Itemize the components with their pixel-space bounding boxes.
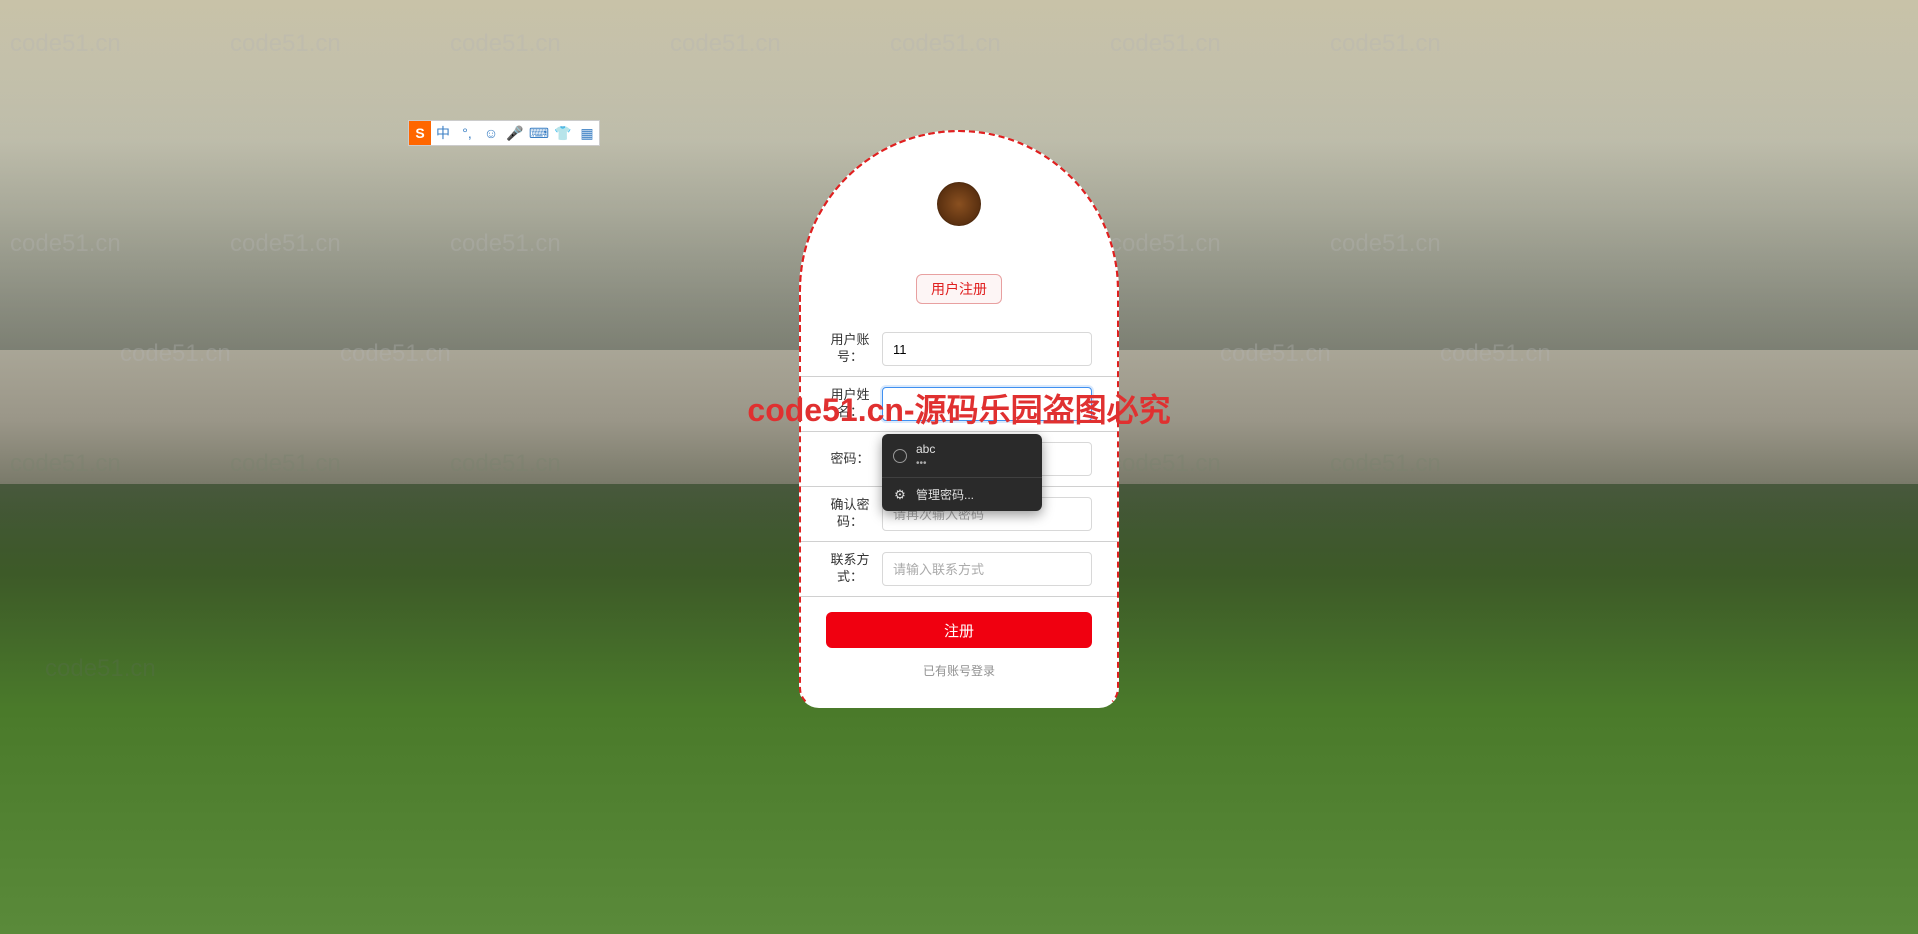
autofill-manage[interactable]: ⚙ 管理密码... <box>882 477 1042 511</box>
avatar <box>937 182 981 226</box>
ime-punct-icon[interactable]: °, <box>455 121 479 145</box>
username-input[interactable] <box>882 332 1092 366</box>
password-label: 密码： <box>826 451 874 468</box>
tab-header: 用户注册 <box>801 274 1117 304</box>
globe-icon <box>892 448 908 464</box>
watermark: code51.cn <box>10 450 121 478</box>
row-contact: 联系方式： <box>801 542 1117 597</box>
autofill-manage-label: 管理密码... <box>916 486 1032 503</box>
row-username: 用户账号： <box>801 322 1117 377</box>
username-label: 用户账号： <box>826 332 874 366</box>
watermark: code51.cn <box>1110 450 1221 478</box>
autofill-entry[interactable]: abc ••• <box>882 434 1042 477</box>
row-password: 密码： abc ••• ⚙ 管理密码... <box>801 432 1117 487</box>
ime-tool-icon[interactable]: ▦ <box>575 121 599 145</box>
watermark: code51.cn <box>1330 450 1441 478</box>
ime-lang-toggle[interactable]: 中 <box>431 121 455 145</box>
password-autofill-popup: abc ••• ⚙ 管理密码... <box>882 434 1042 511</box>
autofill-username: abc <box>916 442 1032 456</box>
ime-logo-icon[interactable]: S <box>409 121 431 145</box>
login-link-row: 已有账号登录 <box>801 656 1117 686</box>
ime-keyboard-icon[interactable]: ⌨ <box>527 121 551 145</box>
confirm-password-label: 确认密码： <box>826 497 874 531</box>
register-button[interactable]: 注册 <box>826 612 1092 648</box>
tab-register[interactable]: 用户注册 <box>916 274 1002 304</box>
watermark: code51.cn <box>450 450 561 478</box>
ime-voice-icon[interactable]: 🎤 <box>503 121 527 145</box>
realname-label: 用户姓名： <box>826 387 874 421</box>
registration-card: 用户注册 用户账号： 用户姓名： 密码： abc ••• <box>799 130 1119 708</box>
ime-emoji-icon[interactable]: ☺ <box>479 121 503 145</box>
row-realname: 用户姓名： <box>801 377 1117 432</box>
gear-icon: ⚙ <box>892 487 908 503</box>
realname-input[interactable] <box>882 387 1092 421</box>
submit-row: 注册 <box>801 597 1117 656</box>
login-link[interactable]: 已有账号登录 <box>923 664 995 678</box>
contact-label: 联系方式： <box>826 552 874 586</box>
watermark: code51.cn <box>230 450 341 478</box>
autofill-password-dots: ••• <box>916 458 1032 469</box>
ime-skin-icon[interactable]: 👕 <box>551 121 575 145</box>
contact-input[interactable] <box>882 552 1092 586</box>
ime-toolbar[interactable]: S 中 °, ☺ 🎤 ⌨ 👕 ▦ <box>408 120 600 146</box>
